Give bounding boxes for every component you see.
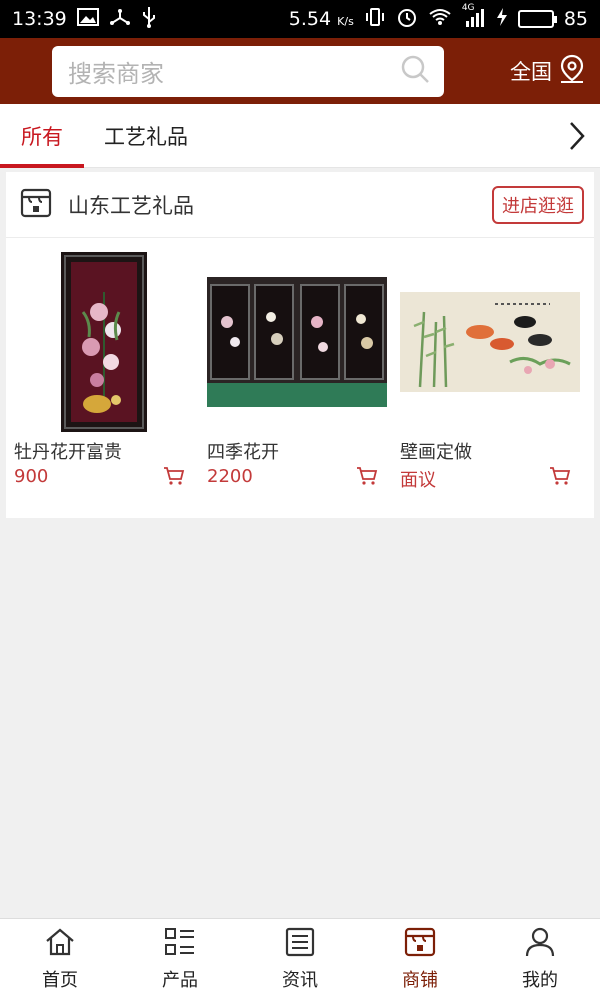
battery-percent: 85 [563,8,588,30]
nav-label: 首页 [42,970,78,991]
product-image-mural[interactable] [400,252,580,432]
charging-icon [496,7,508,32]
product-name: 牡丹花开富贵 [14,442,122,463]
visit-shop-button[interactable]: 进店逛逛 [492,185,584,224]
status-time: 13:39 [12,8,67,30]
network-speed-value: 5.54 [288,8,332,30]
shop-name: 山东工艺礼品 [68,193,194,218]
search-input[interactable]: 搜索商家 [52,45,444,97]
tab-label: 所有 [21,124,63,149]
signal-icon: 4G [462,3,486,32]
region-selector[interactable]: 全国 [510,54,586,89]
nav-shops[interactable]: 商铺 [360,919,480,1000]
tab-all[interactable]: 所有 [0,104,84,168]
chevron-right-icon[interactable] [554,104,600,168]
product-list: 牡丹花开富贵 900 四季花开 2200 壁画定做 面议 [6,238,594,518]
network-type: 4G [461,2,475,13]
nav-label: 我的 [522,970,558,991]
nav-profile[interactable]: 我的 [480,919,600,1000]
user-icon [524,927,556,962]
product-grid-icon [164,927,196,962]
alarm-icon [396,6,418,33]
location-pin-icon [558,54,586,89]
cart-icon[interactable] [549,466,571,490]
shop-icon [20,188,52,222]
app-header: 搜索商家 全国 [0,38,600,104]
battery-icon [517,10,557,28]
wifi-icon [428,8,452,31]
tab-label: 工艺礼品 [104,124,188,149]
product-item[interactable]: 牡丹花开富贵 900 [6,252,199,518]
search-icon[interactable] [400,54,430,88]
product-item[interactable]: 壁画定做 面议 [392,252,585,518]
usb-icon [141,6,157,33]
status-bar: 13:39 5.54 K/s 4G 85 [0,0,600,38]
nav-label: 商铺 [402,970,438,991]
product-name: 壁画定做 [400,442,472,463]
shop-card: 山东工艺礼品 进店逛逛 牡丹花开富贵 900 四季花开 2200 壁画定做 面议 [6,172,594,518]
news-icon [284,927,316,962]
image-notification-icon [76,7,99,31]
cart-icon[interactable] [163,466,185,490]
nav-news[interactable]: 资讯 [240,919,360,1000]
network-speed: 5.54 K/s [289,8,354,30]
bottom-navigation: 首页 产品 资讯 商铺 我的 [0,918,600,1000]
product-item[interactable]: 四季花开 2200 [199,252,392,518]
nav-label: 产品 [162,970,198,991]
nav-products[interactable]: 产品 [120,919,240,1000]
nav-home[interactable]: 首页 [0,919,120,1000]
shop-icon [404,927,436,962]
share-notification-icon [109,7,131,32]
product-image-four-seasons[interactable] [207,252,387,432]
vibrate-icon [364,7,386,32]
search-placeholder: 搜索商家 [68,59,164,88]
tab-craft-gifts[interactable]: 工艺礼品 [104,104,188,168]
product-image-peony[interactable] [14,252,194,432]
product-name: 四季花开 [207,442,279,463]
home-icon [44,927,76,962]
network-speed-unit: K/s [337,15,354,28]
category-tabs: 所有 工艺礼品 [0,104,600,168]
cart-icon[interactable] [356,466,378,490]
shop-header: 山东工艺礼品 进店逛逛 [6,172,594,238]
nav-label: 资讯 [282,970,318,991]
region-label: 全国 [510,60,552,84]
